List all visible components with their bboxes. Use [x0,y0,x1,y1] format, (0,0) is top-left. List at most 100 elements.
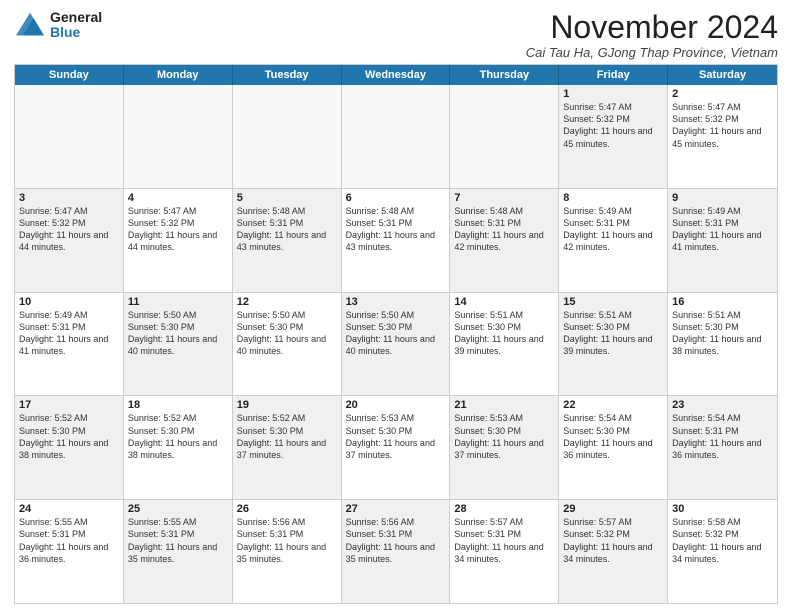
cell-sun-info: Sunrise: 5:53 AM Sunset: 5:30 PM Dayligh… [346,412,446,461]
calendar-cell: 9Sunrise: 5:49 AM Sunset: 5:31 PM Daylig… [668,189,777,292]
calendar-cell: 21Sunrise: 5:53 AM Sunset: 5:30 PM Dayli… [450,396,559,499]
header-right: November 2024 Cai Tau Ha, GJong Thap Pro… [526,10,778,60]
day-number: 2 [672,88,773,100]
cell-sun-info: Sunrise: 5:49 AM Sunset: 5:31 PM Dayligh… [672,205,773,254]
day-number: 14 [454,296,554,308]
calendar-row: 3Sunrise: 5:47 AM Sunset: 5:32 PM Daylig… [15,188,777,292]
calendar-cell [450,85,559,188]
calendar-cell: 26Sunrise: 5:56 AM Sunset: 5:31 PM Dayli… [233,500,342,603]
calendar-cell: 7Sunrise: 5:48 AM Sunset: 5:31 PM Daylig… [450,189,559,292]
logo-text: General Blue [50,10,102,41]
weekday-header: Monday [124,65,233,85]
calendar-cell [233,85,342,188]
calendar-cell: 17Sunrise: 5:52 AM Sunset: 5:30 PM Dayli… [15,396,124,499]
weekday-header: Sunday [15,65,124,85]
calendar-cell: 29Sunrise: 5:57 AM Sunset: 5:32 PM Dayli… [559,500,668,603]
calendar-cell: 5Sunrise: 5:48 AM Sunset: 5:31 PM Daylig… [233,189,342,292]
day-number: 7 [454,192,554,204]
day-number: 28 [454,503,554,515]
cell-sun-info: Sunrise: 5:52 AM Sunset: 5:30 PM Dayligh… [19,412,119,461]
cell-sun-info: Sunrise: 5:51 AM Sunset: 5:30 PM Dayligh… [454,309,554,358]
day-number: 24 [19,503,119,515]
calendar-cell: 2Sunrise: 5:47 AM Sunset: 5:32 PM Daylig… [668,85,777,188]
day-number: 18 [128,399,228,411]
day-number: 17 [19,399,119,411]
calendar-header: SundayMondayTuesdayWednesdayThursdayFrid… [15,65,777,85]
day-number: 23 [672,399,773,411]
calendar-cell: 20Sunrise: 5:53 AM Sunset: 5:30 PM Dayli… [342,396,451,499]
calendar-cell: 22Sunrise: 5:54 AM Sunset: 5:30 PM Dayli… [559,396,668,499]
day-number: 30 [672,503,773,515]
calendar-cell: 6Sunrise: 5:48 AM Sunset: 5:31 PM Daylig… [342,189,451,292]
calendar-cell: 14Sunrise: 5:51 AM Sunset: 5:30 PM Dayli… [450,293,559,396]
day-number: 5 [237,192,337,204]
cell-sun-info: Sunrise: 5:47 AM Sunset: 5:32 PM Dayligh… [563,101,663,150]
cell-sun-info: Sunrise: 5:54 AM Sunset: 5:30 PM Dayligh… [563,412,663,461]
cell-sun-info: Sunrise: 5:50 AM Sunset: 5:30 PM Dayligh… [346,309,446,358]
calendar-cell: 19Sunrise: 5:52 AM Sunset: 5:30 PM Dayli… [233,396,342,499]
cell-sun-info: Sunrise: 5:51 AM Sunset: 5:30 PM Dayligh… [563,309,663,358]
day-number: 12 [237,296,337,308]
day-number: 11 [128,296,228,308]
month-title: November 2024 [526,10,778,45]
calendar-cell: 12Sunrise: 5:50 AM Sunset: 5:30 PM Dayli… [233,293,342,396]
cell-sun-info: Sunrise: 5:56 AM Sunset: 5:31 PM Dayligh… [346,516,446,565]
calendar-row: 24Sunrise: 5:55 AM Sunset: 5:31 PM Dayli… [15,499,777,603]
cell-sun-info: Sunrise: 5:52 AM Sunset: 5:30 PM Dayligh… [128,412,228,461]
calendar-cell: 4Sunrise: 5:47 AM Sunset: 5:32 PM Daylig… [124,189,233,292]
logo-general: General [50,10,102,25]
day-number: 20 [346,399,446,411]
weekday-header: Friday [559,65,668,85]
calendar-cell: 10Sunrise: 5:49 AM Sunset: 5:31 PM Dayli… [15,293,124,396]
calendar-cell: 30Sunrise: 5:58 AM Sunset: 5:32 PM Dayli… [668,500,777,603]
day-number: 6 [346,192,446,204]
calendar-row: 10Sunrise: 5:49 AM Sunset: 5:31 PM Dayli… [15,292,777,396]
cell-sun-info: Sunrise: 5:49 AM Sunset: 5:31 PM Dayligh… [563,205,663,254]
weekday-header: Thursday [450,65,559,85]
calendar-cell: 11Sunrise: 5:50 AM Sunset: 5:30 PM Dayli… [124,293,233,396]
cell-sun-info: Sunrise: 5:52 AM Sunset: 5:30 PM Dayligh… [237,412,337,461]
cell-sun-info: Sunrise: 5:55 AM Sunset: 5:31 PM Dayligh… [19,516,119,565]
calendar-cell: 8Sunrise: 5:49 AM Sunset: 5:31 PM Daylig… [559,189,668,292]
calendar-cell [342,85,451,188]
day-number: 8 [563,192,663,204]
day-number: 15 [563,296,663,308]
calendar-body: 1Sunrise: 5:47 AM Sunset: 5:32 PM Daylig… [15,85,777,603]
day-number: 25 [128,503,228,515]
calendar-cell: 15Sunrise: 5:51 AM Sunset: 5:30 PM Dayli… [559,293,668,396]
calendar-cell [124,85,233,188]
cell-sun-info: Sunrise: 5:53 AM Sunset: 5:30 PM Dayligh… [454,412,554,461]
calendar-cell: 1Sunrise: 5:47 AM Sunset: 5:32 PM Daylig… [559,85,668,188]
cell-sun-info: Sunrise: 5:57 AM Sunset: 5:31 PM Dayligh… [454,516,554,565]
calendar-cell: 28Sunrise: 5:57 AM Sunset: 5:31 PM Dayli… [450,500,559,603]
logo: General Blue [14,10,102,41]
cell-sun-info: Sunrise: 5:54 AM Sunset: 5:31 PM Dayligh… [672,412,773,461]
calendar: SundayMondayTuesdayWednesdayThursdayFrid… [14,64,778,604]
day-number: 1 [563,88,663,100]
cell-sun-info: Sunrise: 5:48 AM Sunset: 5:31 PM Dayligh… [454,205,554,254]
calendar-cell: 18Sunrise: 5:52 AM Sunset: 5:30 PM Dayli… [124,396,233,499]
header: General Blue November 2024 Cai Tau Ha, G… [14,10,778,60]
cell-sun-info: Sunrise: 5:47 AM Sunset: 5:32 PM Dayligh… [19,205,119,254]
cell-sun-info: Sunrise: 5:50 AM Sunset: 5:30 PM Dayligh… [128,309,228,358]
calendar-cell: 24Sunrise: 5:55 AM Sunset: 5:31 PM Dayli… [15,500,124,603]
cell-sun-info: Sunrise: 5:50 AM Sunset: 5:30 PM Dayligh… [237,309,337,358]
calendar-cell: 13Sunrise: 5:50 AM Sunset: 5:30 PM Dayli… [342,293,451,396]
cell-sun-info: Sunrise: 5:57 AM Sunset: 5:32 PM Dayligh… [563,516,663,565]
cell-sun-info: Sunrise: 5:55 AM Sunset: 5:31 PM Dayligh… [128,516,228,565]
day-number: 27 [346,503,446,515]
calendar-cell [15,85,124,188]
weekday-header: Wednesday [342,65,451,85]
calendar-row: 1Sunrise: 5:47 AM Sunset: 5:32 PM Daylig… [15,85,777,188]
day-number: 21 [454,399,554,411]
weekday-header: Saturday [668,65,777,85]
day-number: 16 [672,296,773,308]
calendar-cell: 16Sunrise: 5:51 AM Sunset: 5:30 PM Dayli… [668,293,777,396]
cell-sun-info: Sunrise: 5:58 AM Sunset: 5:32 PM Dayligh… [672,516,773,565]
logo-blue: Blue [50,25,102,40]
page: General Blue November 2024 Cai Tau Ha, G… [0,0,792,612]
day-number: 19 [237,399,337,411]
day-number: 9 [672,192,773,204]
location: Cai Tau Ha, GJong Thap Province, Vietnam [526,45,778,60]
day-number: 10 [19,296,119,308]
